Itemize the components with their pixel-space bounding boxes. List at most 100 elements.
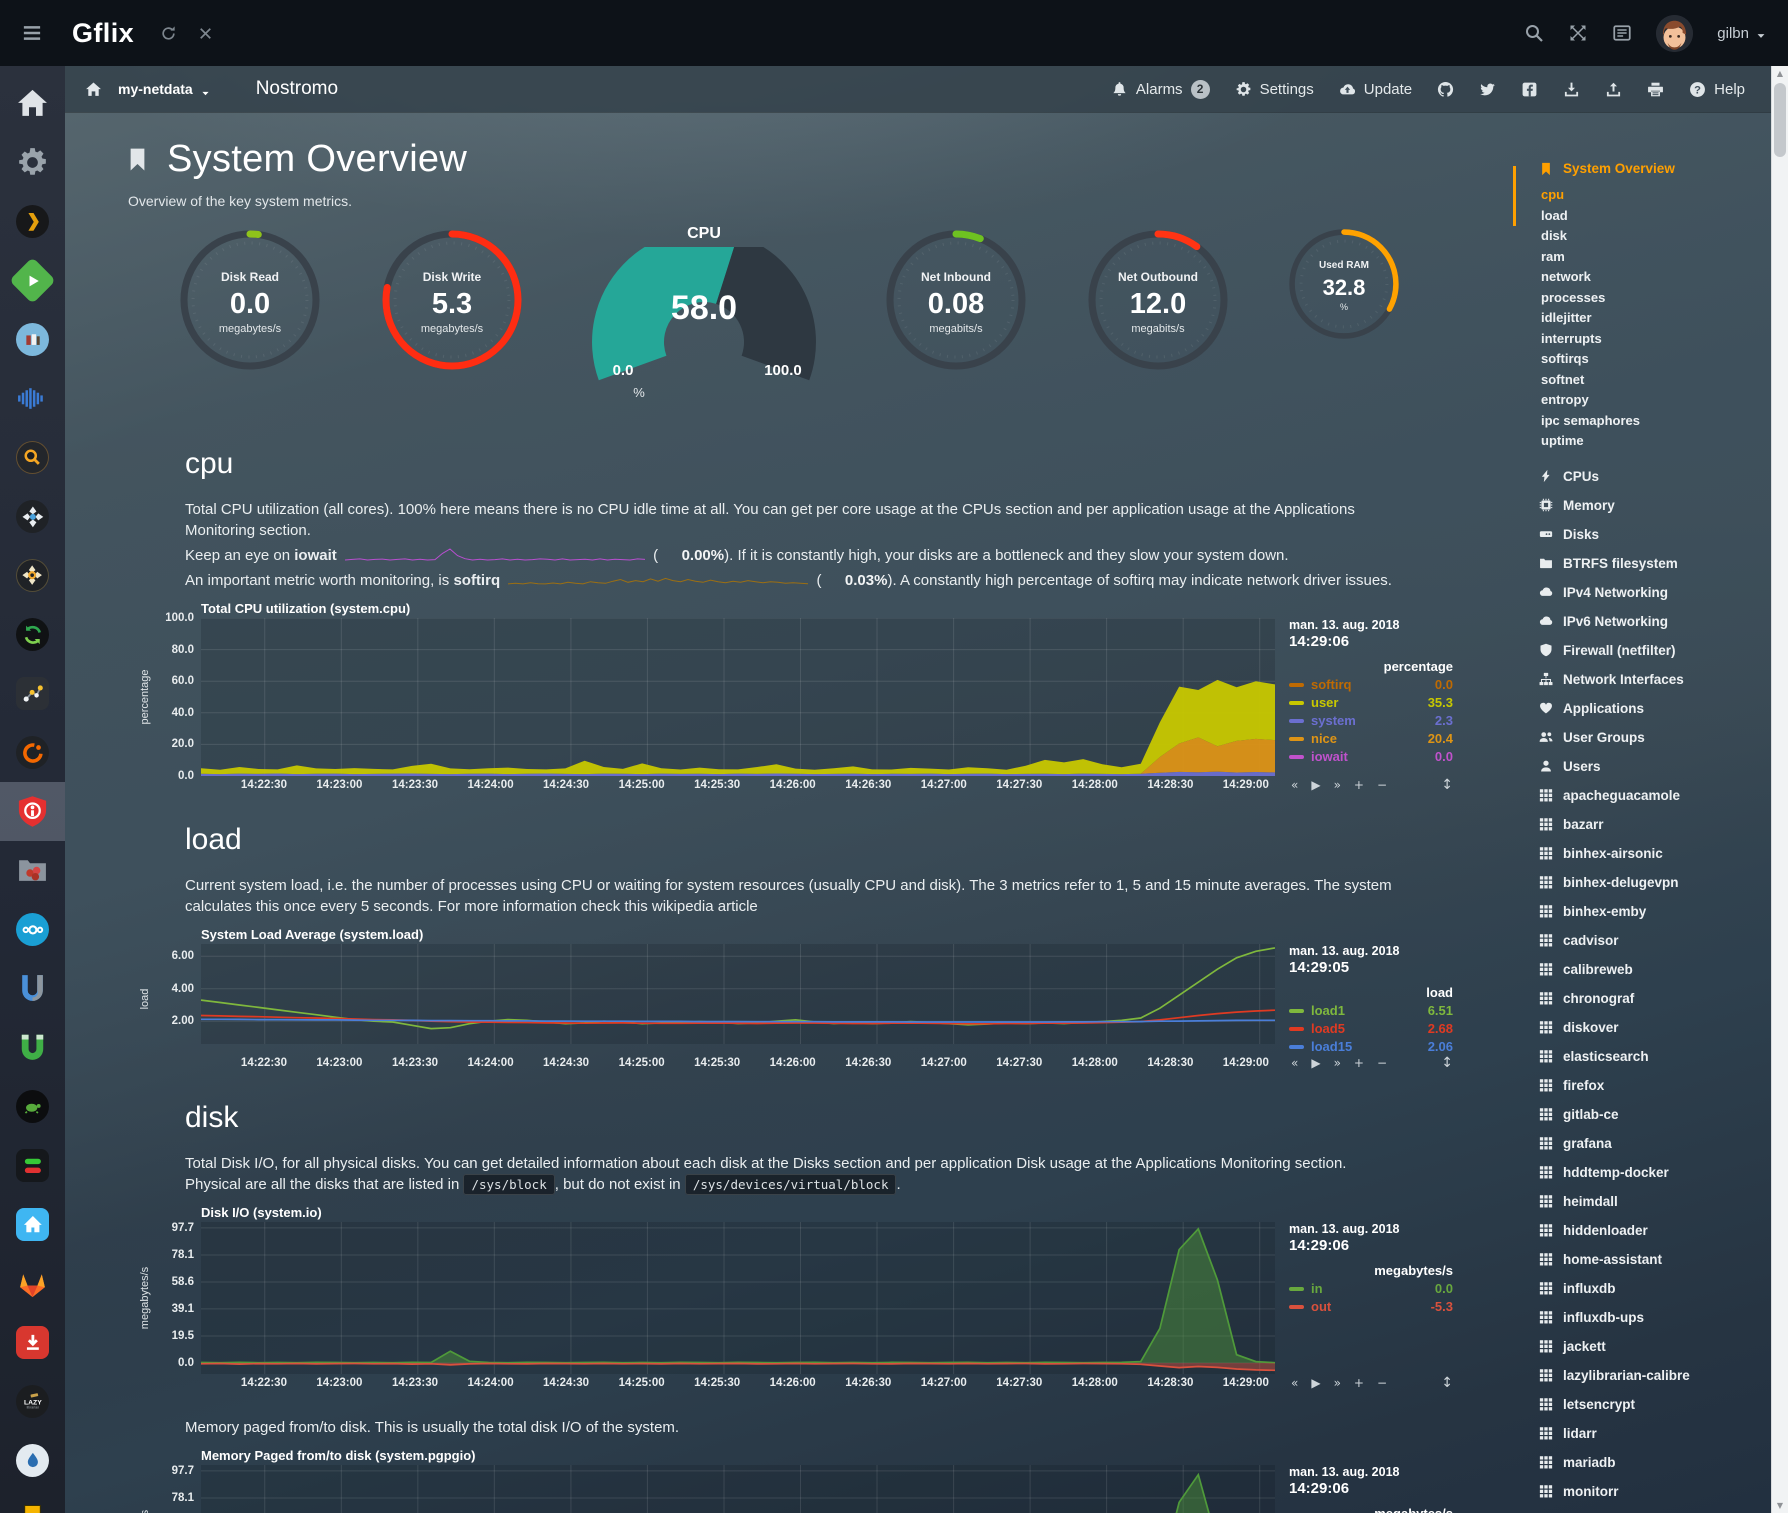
chart-plot-disk[interactable] bbox=[201, 1222, 1275, 1374]
pan-forward-button[interactable]: » bbox=[1334, 1376, 1341, 1390]
nav-app-monitorr[interactable]: monitorr bbox=[1539, 1477, 1771, 1506]
nav-app-cadvisor[interactable]: cadvisor bbox=[1539, 926, 1771, 955]
sidebar-app-deluge[interactable] bbox=[0, 1431, 65, 1490]
chart-plot-load[interactable] bbox=[201, 944, 1275, 1054]
nav-section-network-interfaces[interactable]: Network Interfaces bbox=[1539, 665, 1771, 694]
nav-app-netdata[interactable]: netdata bbox=[1539, 1506, 1771, 1513]
sidebar-app-green-arrows-app[interactable] bbox=[0, 605, 65, 664]
nav-item-cpu[interactable]: cpu bbox=[1541, 185, 1771, 206]
sidebar-app-lazylibrarian[interactable]: LAZYlibrarian bbox=[0, 1372, 65, 1431]
sidebar-app-emby[interactable] bbox=[0, 251, 65, 310]
zoom-in-button[interactable]: + bbox=[1354, 778, 1364, 792]
nav-item-load[interactable]: load bbox=[1541, 206, 1771, 227]
nav-app-calibreweb[interactable]: calibreweb bbox=[1539, 955, 1771, 984]
zoom-out-button[interactable]: − bbox=[1377, 1056, 1387, 1070]
nav-section-applications[interactable]: Applications bbox=[1539, 694, 1771, 723]
import-button[interactable] bbox=[1563, 81, 1580, 98]
sidebar-app-turtle-app[interactable] bbox=[0, 1077, 65, 1136]
scrollbar-up-arrow[interactable]: ▲ bbox=[1772, 66, 1788, 81]
pan-backward-button[interactable]: « bbox=[1291, 778, 1298, 792]
sidebar-app-grafana[interactable] bbox=[0, 723, 65, 782]
sidebar-app-magnet-app[interactable] bbox=[0, 1018, 65, 1077]
resize-handle[interactable]: ↕ bbox=[1441, 777, 1453, 793]
nav-app-influxdb-ups[interactable]: influxdb-ups bbox=[1539, 1303, 1771, 1332]
sidebar-app-plex[interactable] bbox=[0, 192, 65, 251]
nav-app-heimdall[interactable]: heimdall bbox=[1539, 1187, 1771, 1216]
sidebar-app-downloads-folder[interactable] bbox=[0, 841, 65, 900]
nav-section-user-groups[interactable]: User Groups bbox=[1539, 723, 1771, 752]
sidebar-app-netdata-shield[interactable] bbox=[0, 782, 65, 841]
legend-disk-in[interactable]: in 0.0 bbox=[1289, 1281, 1453, 1296]
nav-app-firefox[interactable]: firefox bbox=[1539, 1071, 1771, 1100]
refresh-tab-icon[interactable] bbox=[160, 25, 177, 42]
alarms-button[interactable]: Alarms 2 bbox=[1111, 80, 1210, 99]
legend-cpu-user[interactable]: user 35.3 bbox=[1289, 695, 1453, 710]
settings-button[interactable]: Settings bbox=[1235, 81, 1314, 98]
nav-app-influxdb[interactable]: influxdb bbox=[1539, 1274, 1771, 1303]
nav-item-processes[interactable]: processes bbox=[1541, 288, 1771, 309]
pan-forward-button[interactable]: » bbox=[1334, 778, 1341, 792]
nav-section-cpus[interactable]: CPUs bbox=[1539, 462, 1771, 491]
hamburger-menu-icon[interactable] bbox=[22, 23, 42, 43]
facebook-button[interactable] bbox=[1521, 81, 1538, 98]
nav-app-grafana[interactable]: grafana bbox=[1539, 1129, 1771, 1158]
play-button[interactable]: ▶ bbox=[1311, 778, 1320, 792]
print-button[interactable] bbox=[1647, 81, 1664, 98]
nav-item-entropy[interactable]: entropy bbox=[1541, 390, 1771, 411]
chart-plot-cpu[interactable] bbox=[201, 618, 1275, 776]
twitter-button[interactable] bbox=[1479, 81, 1496, 98]
nav-app-hddtemp-docker[interactable]: hddtemp-docker bbox=[1539, 1158, 1771, 1187]
nav-item-uptime[interactable]: uptime bbox=[1541, 431, 1771, 452]
sidebar-app-calibre-web[interactable] bbox=[0, 310, 65, 369]
play-button[interactable]: ▶ bbox=[1311, 1056, 1320, 1070]
nav-item-softnet[interactable]: softnet bbox=[1541, 370, 1771, 391]
nav-section-firewall-netfilter-[interactable]: Firewall (netfilter) bbox=[1539, 636, 1771, 665]
sidebar-app-uptime-status[interactable] bbox=[0, 1136, 65, 1195]
nav-item-softirqs[interactable]: softirqs bbox=[1541, 349, 1771, 370]
zoom-in-button[interactable]: + bbox=[1354, 1056, 1364, 1070]
nav-section-ipv4-networking[interactable]: IPv4 Networking bbox=[1539, 578, 1771, 607]
nav-app-binhex-emby[interactable]: binhex-emby bbox=[1539, 897, 1771, 926]
nav-app-lazylibrarian-calibre[interactable]: lazylibrarian-calibre bbox=[1539, 1361, 1771, 1390]
changelog-icon[interactable] bbox=[1612, 23, 1632, 43]
nav-section-users[interactable]: Users bbox=[1539, 752, 1771, 781]
zoom-in-button[interactable]: + bbox=[1354, 1376, 1364, 1390]
nav-item-network[interactable]: network bbox=[1541, 267, 1771, 288]
nav-item-ram[interactable]: ram bbox=[1541, 247, 1771, 268]
scrollbar-thumb[interactable] bbox=[1774, 83, 1786, 157]
play-button[interactable]: ▶ bbox=[1311, 1376, 1320, 1390]
nav-item-idlejitter[interactable]: idlejitter bbox=[1541, 308, 1771, 329]
legend-cpu-softirq[interactable]: softirq 0.0 bbox=[1289, 677, 1453, 692]
pan-backward-button[interactable]: « bbox=[1291, 1376, 1298, 1390]
user-menu[interactable]: gilbn bbox=[1717, 25, 1766, 42]
nav-item-interrupts[interactable]: interrupts bbox=[1541, 329, 1771, 350]
legend-cpu-iowait[interactable]: iowait 0.0 bbox=[1289, 749, 1453, 764]
page-scrollbar[interactable]: ▲ ▼ bbox=[1771, 66, 1788, 1513]
nav-item-disk[interactable]: disk bbox=[1541, 226, 1771, 247]
search-icon[interactable] bbox=[1524, 23, 1544, 43]
nav-app-bazarr[interactable]: bazarr bbox=[1539, 810, 1771, 839]
legend-load-load15[interactable]: load15 2.06 bbox=[1289, 1039, 1453, 1054]
nav-app-apacheguacamole[interactable]: apacheguacamole bbox=[1539, 781, 1771, 810]
nav-app-letsencrypt[interactable]: letsencrypt bbox=[1539, 1390, 1771, 1419]
nav-section-btrfs-filesystem[interactable]: BTRFS filesystem bbox=[1539, 549, 1771, 578]
sidebar-app-node-graph-app[interactable] bbox=[0, 664, 65, 723]
legend-disk-out[interactable]: out -5.3 bbox=[1289, 1299, 1453, 1314]
nav-section-ipv6-networking[interactable]: IPv6 Networking bbox=[1539, 607, 1771, 636]
nd-server-dropdown[interactable]: my-netdata bbox=[118, 81, 210, 97]
legend-cpu-nice[interactable]: nice 20.4 bbox=[1289, 731, 1453, 746]
nav-app-lidarr[interactable]: lidarr bbox=[1539, 1419, 1771, 1448]
nav-item-ipc-semaphores[interactable]: ipc semaphores bbox=[1541, 411, 1771, 432]
sidebar-app-youtube-dl[interactable] bbox=[0, 1313, 65, 1372]
legend-load-load5[interactable]: load5 2.68 bbox=[1289, 1021, 1453, 1036]
sidebar-app-home[interactable] bbox=[0, 74, 65, 133]
sidebar-app-airsonic[interactable] bbox=[0, 369, 65, 428]
avatar[interactable] bbox=[1656, 15, 1693, 52]
nav-section-disks[interactable]: Disks bbox=[1539, 520, 1771, 549]
sidebar-app-ombi[interactable] bbox=[0, 487, 65, 546]
chart-plot-pgpgio[interactable] bbox=[201, 1465, 1275, 1513]
nav-app-mariadb[interactable]: mariadb bbox=[1539, 1448, 1771, 1477]
help-button[interactable]: ? Help bbox=[1689, 81, 1745, 98]
nav-section-memory[interactable]: Memory bbox=[1539, 491, 1771, 520]
resize-handle[interactable]: ↕ bbox=[1441, 1055, 1453, 1071]
